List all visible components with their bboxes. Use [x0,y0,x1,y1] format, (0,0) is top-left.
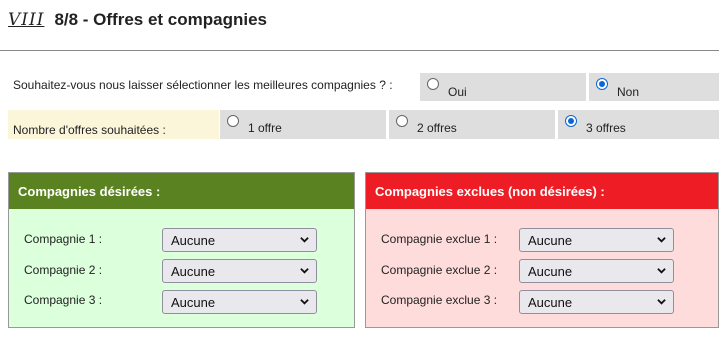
radio-2-offres[interactable] [396,115,408,127]
radio-option-non[interactable]: Non [589,73,719,101]
desired-company-3-label: Compagnie 3 : [24,293,103,307]
chevron-down-icon [300,268,309,274]
radio-non-label: Non [617,85,640,99]
excluded-company-1-value: Aucune [528,232,573,248]
radio-non[interactable] [596,78,608,90]
desired-company-1-select[interactable]: Aucune [162,228,317,252]
chevron-down-icon [300,237,309,243]
radio-oui[interactable] [427,78,439,90]
question-select-companies-label: Souhaitez-vous nous laisser sélectionner… [13,78,393,92]
radio-option-3-offres[interactable]: 3 offres [558,110,719,139]
desired-company-1-label: Compagnie 1 : [24,232,103,246]
radio-1-offre[interactable] [227,115,239,127]
radio-3-offres-label: 3 offres [586,121,626,135]
excluded-company-2-value: Aucune [528,263,573,279]
excluded-company-1-label: Compagnie exclue 1 : [381,232,498,246]
section-header: VIII 8/8 - Offres et compagnies [8,6,267,34]
chevron-down-icon [657,268,666,274]
desired-company-3-select[interactable]: Aucune [162,290,317,314]
radio-option-2-offres[interactable]: 2 offres [389,110,555,139]
excluded-companies-title: Compagnies exclues (non désirées) : [366,173,718,209]
excluded-company-1-select[interactable]: Aucune [519,228,674,252]
desired-company-2-value: Aucune [171,263,216,279]
page-title: 8/8 - Offres et compagnies [54,10,268,29]
header-divider [0,50,719,51]
radio-option-1-offre[interactable]: 1 offre [220,110,386,139]
excluded-company-2-select[interactable]: Aucune [519,259,674,283]
radio-oui-label: Oui [448,85,467,99]
excluded-company-3-label: Compagnie exclue 3 : [381,293,498,307]
section-number: VIII [8,10,45,30]
desired-companies-panel: Compagnies désirées : Compagnie 1 : Aucu… [8,172,355,328]
desired-company-2-label: Compagnie 2 : [24,263,103,277]
desired-company-3-value: Aucune [171,294,216,310]
chevron-down-icon [300,299,309,305]
radio-2-offres-label: 2 offres [417,121,457,135]
chevron-down-icon [657,299,666,305]
desired-companies-title: Compagnies désirées : [9,173,354,209]
desired-company-1-value: Aucune [171,232,216,248]
radio-option-oui[interactable]: Oui [420,73,586,101]
excluded-company-2-label: Compagnie exclue 2 : [381,263,498,277]
desired-company-2-select[interactable]: Aucune [162,259,317,283]
excluded-company-3-select[interactable]: Aucune [519,290,674,314]
radio-3-offres[interactable] [565,115,577,127]
radio-1-offre-label: 1 offre [248,121,282,135]
excluded-company-3-value: Aucune [528,294,573,310]
question-offers-label: Nombre d'offres souhaitées : [13,123,166,137]
excluded-companies-panel: Compagnies exclues (non désirées) : Comp… [365,172,719,328]
chevron-down-icon [657,237,666,243]
